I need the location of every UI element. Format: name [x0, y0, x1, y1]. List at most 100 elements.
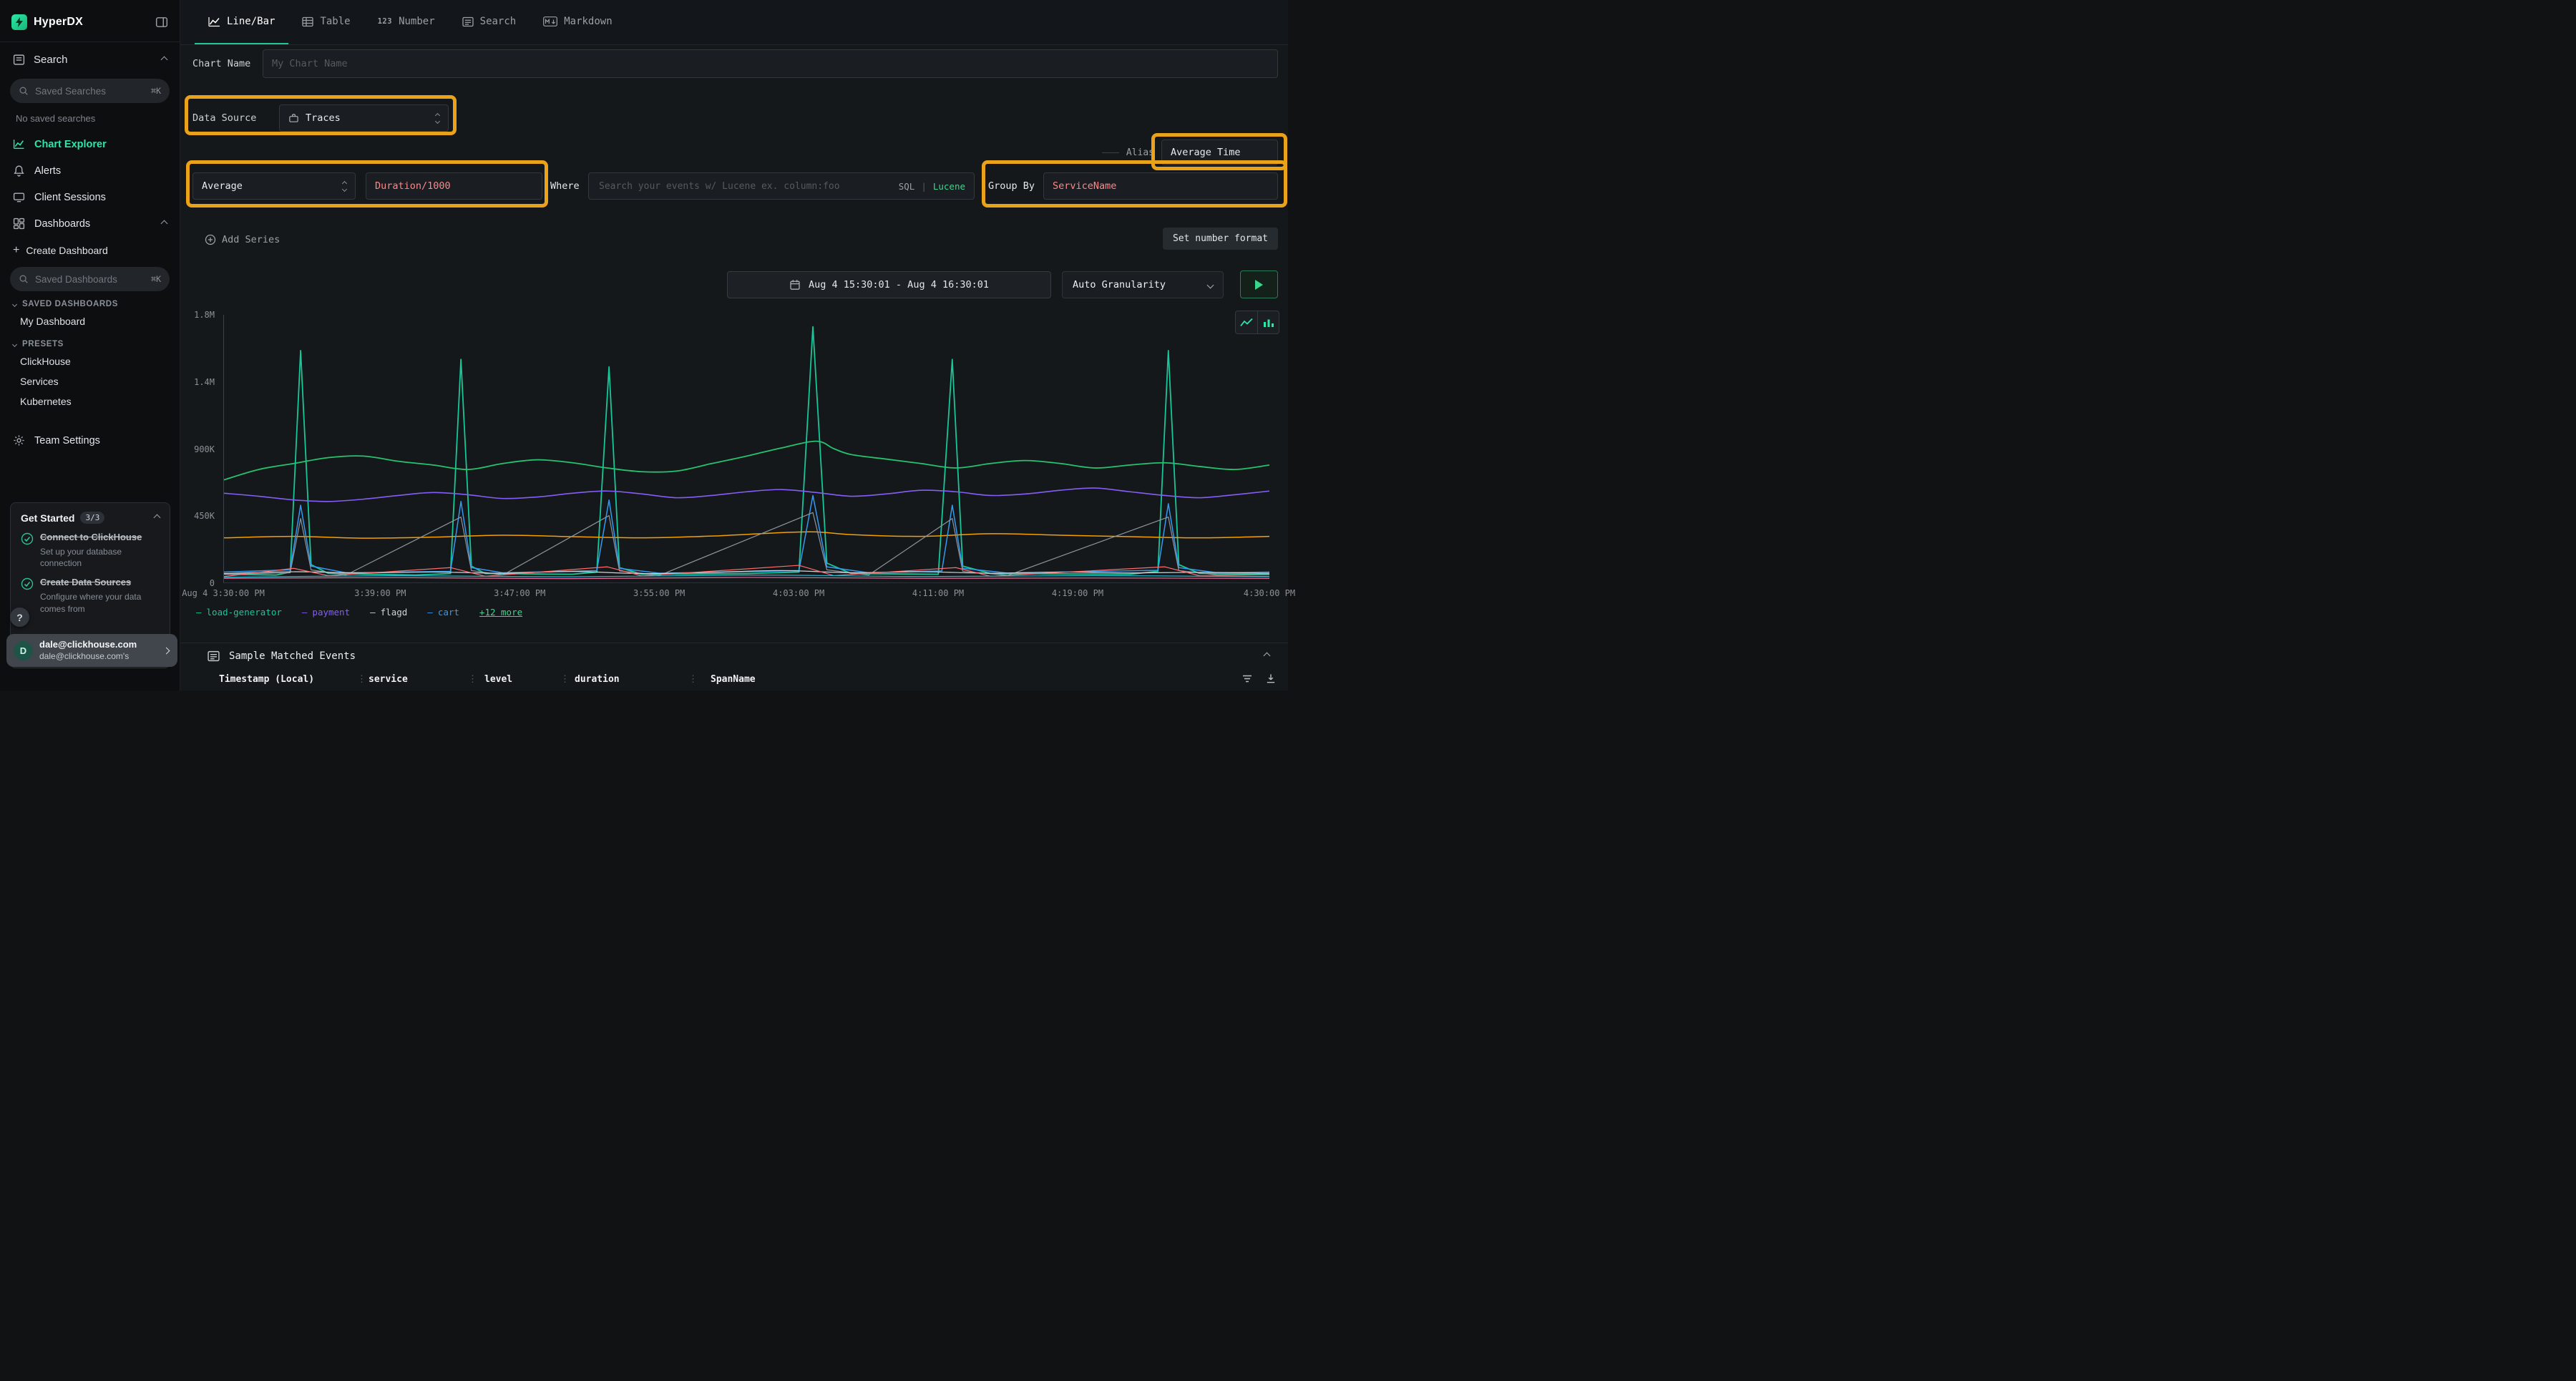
create-dashboard-button[interactable]: + Create Dashboard — [0, 237, 180, 263]
x-axis-labels: Aug 4 3:30:00 PM3:39:00 PM3:47:00 PM3:55… — [223, 588, 1269, 600]
line-chart-icon — [208, 16, 220, 27]
sample-events-header[interactable]: Sample Matched Events — [180, 643, 1288, 668]
nav-label: Chart Explorer — [34, 139, 107, 150]
alias-input[interactable]: Average Time — [1161, 140, 1278, 165]
column-separator: ⋮ — [560, 674, 570, 685]
column-header[interactable]: service — [369, 674, 408, 685]
tab-markdown[interactable]: Markdown — [530, 0, 625, 44]
granularity-select[interactable]: Auto Granularity — [1062, 271, 1224, 298]
legend-item[interactable]: —cart — [427, 607, 459, 618]
saved-searches-placeholder: Saved Searches — [35, 86, 145, 97]
run-query-button[interactable] — [1240, 270, 1278, 298]
legend-more-link[interactable]: +12 more — [479, 607, 522, 618]
sidebar-collapse-icon[interactable] — [155, 16, 168, 29]
sidebar-item-alerts[interactable]: Alerts — [0, 157, 180, 184]
legend-dash: — — [427, 607, 433, 618]
chart-canvas — [224, 315, 1269, 582]
column-header[interactable]: Timestamp (Local) — [219, 674, 314, 685]
shortcut-badge: ⌘K — [151, 86, 161, 96]
search-icon — [19, 86, 29, 96]
get-started-step[interactable]: Create Data Sources Configure where your… — [21, 576, 160, 614]
saved-searches-input[interactable]: Saved Searches ⌘K — [10, 79, 170, 103]
briefcase-icon — [288, 113, 299, 124]
data-source-select[interactable]: Traces — [279, 104, 449, 132]
alias-row: Alias Average Time — [1102, 140, 1278, 165]
presets-header[interactable]: PRESETS — [0, 331, 180, 351]
chevron-down-icon — [12, 341, 17, 346]
nav-label: Alerts — [34, 165, 61, 177]
get-started-header[interactable]: Get Started 3/3 — [21, 512, 160, 524]
help-button[interactable]: ? — [10, 607, 29, 627]
aggregation-select[interactable]: Average — [192, 172, 356, 200]
circle-plus-icon — [205, 234, 216, 245]
chart-name-label: Chart Name — [192, 49, 250, 78]
download-icon[interactable] — [1265, 673, 1277, 684]
group-by-input[interactable]: ServiceName — [1043, 172, 1278, 200]
column-header[interactable]: duration — [575, 674, 620, 685]
legend-label: payment — [312, 607, 350, 618]
get-started-step[interactable]: Connect to ClickHouse Set up your databa… — [21, 531, 160, 569]
toggle-divider: | — [921, 181, 927, 192]
date-range-value: Aug 4 15:30:01 - Aug 4 16:30:01 — [809, 279, 989, 291]
saved-dashboards-header[interactable]: SAVED DASHBOARDS — [0, 291, 180, 311]
saved-dashboards-input[interactable]: Saved Dashboards ⌘K — [10, 267, 170, 291]
sample-events-table-header: Timestamp (Local) ⋮ service ⋮ level ⋮ du… — [180, 673, 1288, 690]
presets-header-label: PRESETS — [22, 340, 64, 348]
markdown-icon — [543, 16, 557, 26]
monitor-icon — [13, 191, 25, 203]
gear-icon — [13, 434, 25, 446]
table-options-icon[interactable] — [1241, 673, 1253, 684]
sidebar-item-clickhouse[interactable]: ClickHouse — [0, 351, 180, 371]
tab-label: Table — [320, 16, 350, 27]
sidebar-item-my-dashboard[interactable]: My Dashboard — [0, 311, 180, 331]
nav-label: Client Sessions — [34, 192, 106, 203]
where-input[interactable]: SQL | Lucene — [588, 172, 975, 200]
set-number-format-button[interactable]: Set number format — [1163, 228, 1278, 250]
sidebar-item-chart-explorer[interactable]: Chart Explorer — [0, 131, 180, 157]
calendar-icon — [789, 279, 801, 291]
sidebar-item-services[interactable]: Services — [0, 371, 180, 391]
date-range-picker[interactable]: Aug 4 15:30:01 - Aug 4 16:30:01 — [727, 271, 1051, 298]
field-expression-input[interactable]: Duration/1000 — [366, 172, 542, 200]
chart-name-input[interactable] — [263, 49, 1278, 78]
tab-line-bar[interactable]: Line/Bar — [195, 0, 288, 44]
step-title: Connect to ClickHouse — [40, 532, 142, 542]
tab-search[interactable]: Search — [449, 0, 530, 44]
plus-icon: + — [13, 244, 19, 257]
lucene-toggle[interactable]: Lucene — [933, 181, 965, 192]
column-header[interactable]: level — [484, 674, 512, 685]
user-menu[interactable]: D dale@clickhouse.com dale@clickhouse.co… — [6, 634, 177, 667]
legend-item[interactable]: —load-generator — [196, 607, 282, 618]
tab-number[interactable]: 123 Number — [364, 0, 449, 44]
legend-item[interactable]: —flagd — [370, 607, 407, 618]
step-desc: Configure where your data comes from — [40, 591, 160, 614]
sidebar-item-kubernetes[interactable]: Kubernetes — [0, 391, 180, 411]
tab-label: Search — [480, 16, 517, 27]
tab-table[interactable]: Table — [288, 0, 364, 44]
where-text-input[interactable] — [597, 180, 892, 192]
search-section-toggle[interactable]: Search — [0, 45, 180, 74]
column-header[interactable]: SpanName — [711, 674, 756, 685]
chart-plot-area[interactable] — [223, 315, 1269, 583]
group-by-label: Group By — [988, 172, 1035, 200]
add-series-button[interactable]: Add Series — [205, 229, 280, 250]
sql-toggle[interactable]: SQL — [899, 181, 915, 192]
list-icon — [208, 650, 220, 662]
alias-value: Average Time — [1171, 147, 1241, 158]
field-expression-value: Duration/1000 — [375, 180, 451, 192]
sidebar-item-team-settings[interactable]: Team Settings — [0, 427, 180, 454]
tab-label: Number — [399, 16, 435, 27]
sidebar-item-client-sessions[interactable]: Client Sessions — [0, 184, 180, 210]
sidebar: HyperDX Search Saved Searches ⌘K No save… — [0, 0, 180, 690]
legend-item[interactable]: —payment — [302, 607, 350, 618]
add-series-label: Add Series — [222, 234, 280, 245]
legend-dash: — — [370, 607, 376, 618]
hyperdx-logo[interactable]: HyperDX — [11, 14, 83, 30]
search-section-title: Search — [34, 54, 68, 66]
saved-dashboards-header-label: SAVED DASHBOARDS — [22, 300, 118, 308]
sidebar-item-dashboards[interactable]: Dashboards — [0, 210, 180, 237]
y-axis-labels: 0450K900K1.4M1.8M — [180, 315, 219, 583]
where-label: Where — [550, 172, 580, 200]
table-icon — [302, 16, 313, 27]
data-source-label: Data Source — [192, 104, 256, 132]
